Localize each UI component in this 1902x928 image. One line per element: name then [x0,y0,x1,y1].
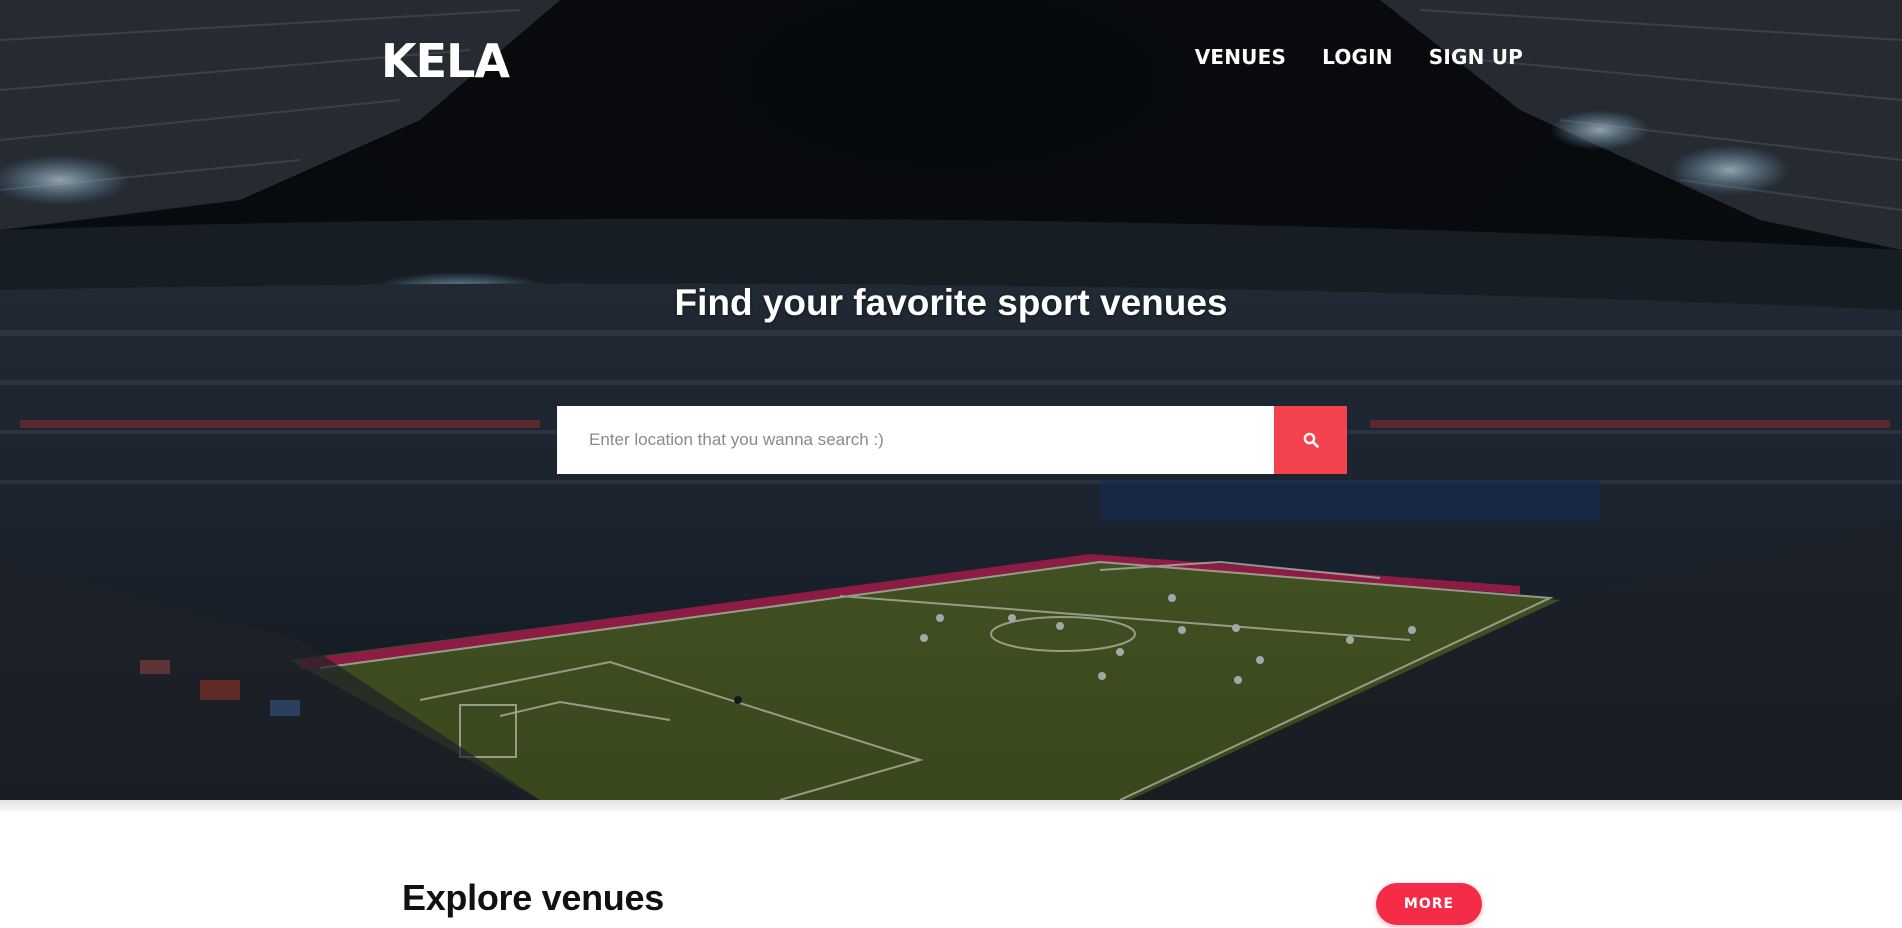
hero-section: KELA VENUES LOGIN SIGN UP Find your favo… [0,0,1902,800]
search-bar [557,406,1347,474]
explore-venues-title: Explore venues [402,877,664,918]
more-button[interactable]: MORE [1376,883,1482,925]
nav-login-link[interactable]: LOGIN [1322,45,1393,69]
search-button[interactable] [1274,406,1347,474]
search-input[interactable] [557,406,1274,474]
search-icon [1303,432,1319,448]
nav-signup-link[interactable]: SIGN UP [1429,45,1523,69]
main-nav: VENUES LOGIN SIGN UP [1195,45,1523,69]
hero-overlay [0,0,1902,800]
hero-headline: Find your favorite sport venues [674,282,1228,323]
brand-logo[interactable]: KELA [381,34,510,88]
hero-bottom-shadow [0,800,1902,814]
nav-venues-link[interactable]: VENUES [1195,45,1286,69]
